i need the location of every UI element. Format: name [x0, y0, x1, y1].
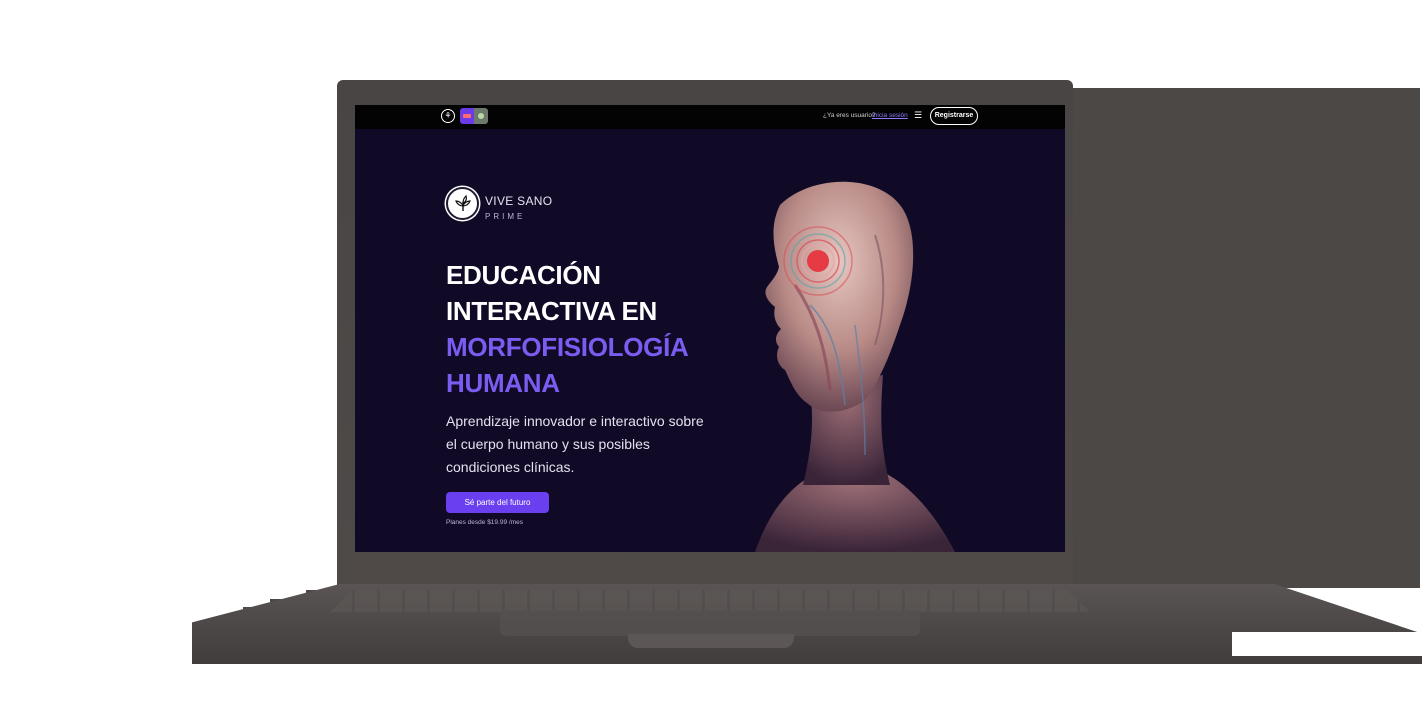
brand-name: VIVE SANO [485, 194, 553, 208]
headline-line-4: HUMANA [446, 368, 560, 398]
anatomy-head-image [755, 181, 955, 552]
laptop-shadow [1065, 88, 1420, 588]
leaf-icon [454, 194, 471, 211]
app-icon-secondary [474, 108, 488, 124]
hero-headline: EDUCACIÓN INTERACTIVA EN MORFOFISIOLOGÍA… [446, 257, 746, 401]
hamburger-icon[interactable]: ☰ [914, 111, 922, 120]
register-button[interactable]: Registrarse [930, 107, 978, 125]
headline-line-2: INTERACTIVA EN [446, 296, 658, 326]
headline-line-1: EDUCACIÓN [446, 260, 601, 290]
login-link[interactable]: Inicia sesión [872, 112, 908, 119]
app-icon-primary [460, 108, 474, 124]
headline-line-3: MORFOFISIOLOGÍA [446, 332, 689, 362]
laptop-keyboard [330, 590, 1090, 612]
laptop-trackpad [500, 610, 920, 636]
login-question: ¿Ya eres usuario? [823, 112, 876, 119]
cta-button[interactable]: Sé parte del futuro [446, 492, 549, 513]
laptop-notch [628, 634, 794, 648]
price-note: Planes desde $19.99 /mes [446, 519, 523, 526]
laptop-screen: ⚘ ¿Ya eres usuario? Inicia sesión ☰ Regi… [355, 105, 1065, 552]
brand-logo [446, 187, 479, 220]
brand-subtitle: PRIME [485, 212, 526, 221]
leaf-icon[interactable]: ⚘ [441, 109, 455, 123]
background-patch [1232, 632, 1422, 656]
head-shape [765, 181, 914, 412]
hero-subtitle: Aprendizaje innovador e interactivo sobr… [446, 413, 704, 475]
app-badge-icon[interactable] [460, 108, 488, 124]
top-navigation-bar: ⚘ ¿Ya eres usuario? Inicia sesión ☰ Regi… [355, 105, 1065, 129]
